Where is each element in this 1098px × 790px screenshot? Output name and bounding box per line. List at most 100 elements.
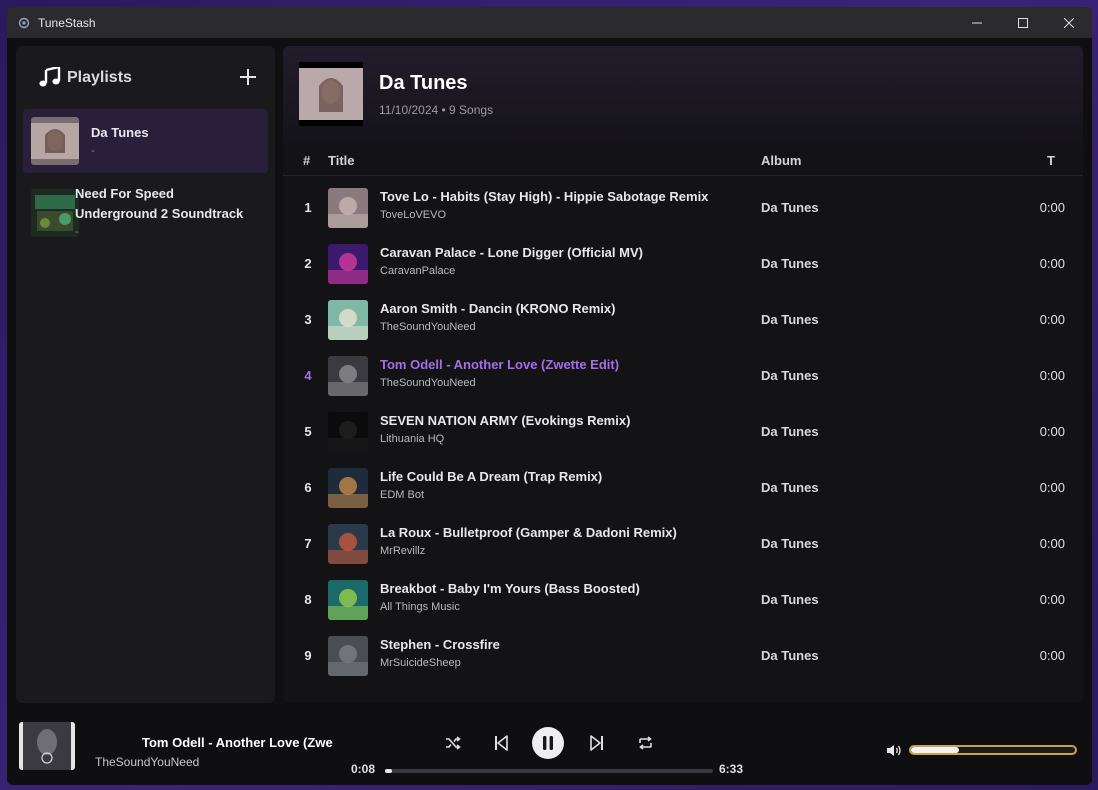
- track-title: Breakbot - Baby I'm Yours (Bass Boosted): [380, 581, 640, 596]
- player-bar: Tom Odell - Another Love (Zwe TheSoundYo…: [7, 703, 1092, 785]
- track-artist: TheSoundYouNeed: [380, 321, 476, 333]
- track-row[interactable]: 1 Tove Lo - Habits (Stay High) - Hippie …: [283, 180, 1083, 236]
- sidebar-item-sub: -: [75, 226, 79, 238]
- column-number[interactable]: #: [303, 153, 310, 168]
- track-duration: 0:00: [1039, 368, 1065, 383]
- maximize-button[interactable]: [1000, 7, 1046, 38]
- minimize-icon: [972, 22, 982, 23]
- track-album: Da Tunes: [761, 536, 819, 551]
- track-table-header: # Title Album T: [283, 146, 1083, 176]
- track-number: 6: [304, 480, 312, 495]
- track-title: Tove Lo - Habits (Stay High) - Hippie Sa…: [380, 189, 709, 204]
- track-number: 2: [304, 256, 312, 271]
- volume-slider[interactable]: [909, 745, 1077, 755]
- close-button[interactable]: [1046, 7, 1092, 38]
- sidebar-item-label: Da Tunes: [91, 125, 149, 140]
- playlist-cover: [31, 189, 79, 237]
- title-bar[interactable]: TuneStash: [7, 7, 1092, 38]
- now-playing-artist: TheSoundYouNeed: [95, 755, 200, 769]
- add-playlist-button[interactable]: [237, 66, 259, 88]
- track-title: SEVEN NATION ARMY (Evokings Remix): [380, 413, 631, 428]
- maximize-icon: [1018, 17, 1028, 28]
- track-thumbnail: [328, 636, 368, 676]
- skip-previous-icon: [495, 735, 508, 751]
- track-duration: 0:00: [1039, 480, 1065, 495]
- next-button[interactable]: [587, 733, 607, 753]
- track-artist: TheSoundYouNeed: [380, 377, 476, 389]
- playlist-sidebar: Playlists Da Tunes - Need For Speed Unde…: [16, 46, 275, 703]
- track-album: Da Tunes: [761, 312, 819, 327]
- now-playing-art: [19, 722, 75, 770]
- track-thumbnail: [328, 356, 368, 396]
- pause-button[interactable]: [532, 727, 564, 759]
- column-title[interactable]: Title: [328, 153, 355, 168]
- sidebar-item-sub: -: [91, 145, 95, 157]
- shuffle-button[interactable]: [443, 733, 463, 753]
- total-time: 6:33: [719, 762, 744, 776]
- minimize-button[interactable]: [954, 7, 1000, 38]
- track-row[interactable]: 9 Stephen - Crossfire MrSuicideSheep Da …: [283, 628, 1083, 684]
- track-duration: 0:00: [1039, 312, 1065, 327]
- track-title: Tom Odell - Another Love (Zwette Edit): [380, 357, 620, 372]
- app-logo-icon: [18, 17, 30, 28]
- column-album[interactable]: Album: [761, 153, 801, 168]
- sidebar-item-da-tunes[interactable]: Da Tunes -: [23, 109, 268, 173]
- track-thumbnail: [328, 412, 368, 452]
- track-artist: MrSuicideSheep: [380, 657, 461, 669]
- track-duration: 0:00: [1039, 536, 1065, 551]
- track-number: 5: [304, 424, 312, 439]
- close-icon: [1064, 17, 1074, 28]
- sidebar-item-label-line1: Need For Speed: [75, 186, 174, 201]
- track-row[interactable]: 8 Breakbot - Baby I'm Yours (Bass Booste…: [283, 572, 1083, 628]
- track-row[interactable]: 3 Aaron Smith - Dancin (KRONO Remix) The…: [283, 292, 1083, 348]
- music-note-icon: [39, 67, 61, 87]
- track-thumbnail: [328, 188, 368, 228]
- track-number: 1: [304, 200, 312, 215]
- track-duration: 0:00: [1039, 424, 1065, 439]
- track-title: Aaron Smith - Dancin (KRONO Remix): [380, 301, 616, 316]
- playlist-header: Da Tunes 11/10/2024 • 9 Songs: [283, 46, 1083, 146]
- track-artist: ToveLoVEVO: [380, 209, 447, 221]
- app-window: TuneStash Playlists Da Tunes - Need For …: [7, 7, 1092, 785]
- track-artist: MrRevillz: [380, 545, 426, 557]
- repeat-button[interactable]: [635, 733, 655, 753]
- track-number: 9: [304, 648, 312, 663]
- track-album: Da Tunes: [761, 592, 819, 607]
- track-title: La Roux - Bulletproof (Gamper & Dadoni R…: [380, 525, 677, 540]
- track-row[interactable]: 2 Caravan Palace - Lone Digger (Official…: [283, 236, 1083, 292]
- track-thumbnail: [328, 300, 368, 340]
- track-artist: All Things Music: [380, 601, 460, 613]
- track-title: Life Could Be A Dream (Trap Remix): [380, 469, 603, 484]
- track-number: 4: [304, 368, 312, 383]
- track-title: Stephen - Crossfire: [380, 637, 500, 652]
- track-number: 3: [304, 312, 312, 327]
- previous-button[interactable]: [491, 733, 511, 753]
- track-album: Da Tunes: [761, 480, 819, 495]
- pause-icon: [543, 736, 553, 750]
- seek-bar-progress: [385, 769, 392, 773]
- track-row[interactable]: 4 Tom Odell - Another Love (Zwette Edit)…: [283, 348, 1083, 404]
- track-row[interactable]: 7 La Roux - Bulletproof (Gamper & Dadoni…: [283, 516, 1083, 572]
- sidebar-item-nfs-underground[interactable]: Need For Speed Underground 2 Soundtrack …: [23, 177, 268, 243]
- track-album: Da Tunes: [761, 368, 819, 383]
- column-time[interactable]: T: [1047, 153, 1055, 168]
- track-title: Caravan Palace - Lone Digger (Official M…: [380, 245, 643, 260]
- track-album: Da Tunes: [761, 424, 819, 439]
- track-album: Da Tunes: [761, 256, 819, 271]
- track-thumbnail: [328, 244, 368, 284]
- shuffle-icon: [446, 736, 461, 750]
- track-artist: Lithuania HQ: [380, 433, 445, 445]
- track-row[interactable]: 6 Life Could Be A Dream (Trap Remix) EDM…: [283, 460, 1083, 516]
- skip-next-icon: [590, 735, 603, 751]
- track-number: 7: [304, 536, 312, 551]
- seek-bar[interactable]: [385, 769, 713, 773]
- playlist-meta: 11/10/2024 • 9 Songs: [379, 103, 494, 117]
- volume-icon[interactable]: [886, 744, 902, 757]
- repeat-icon: [638, 736, 652, 750]
- track-thumbnail: [328, 468, 368, 508]
- playlist-view: Da Tunes 11/10/2024 • 9 Songs # Title Al…: [283, 46, 1083, 703]
- track-row[interactable]: 5 SEVEN NATION ARMY (Evokings Remix) Lit…: [283, 404, 1083, 460]
- volume-level: [911, 747, 959, 753]
- track-duration: 0:00: [1039, 200, 1065, 215]
- track-thumbnail: [328, 580, 368, 620]
